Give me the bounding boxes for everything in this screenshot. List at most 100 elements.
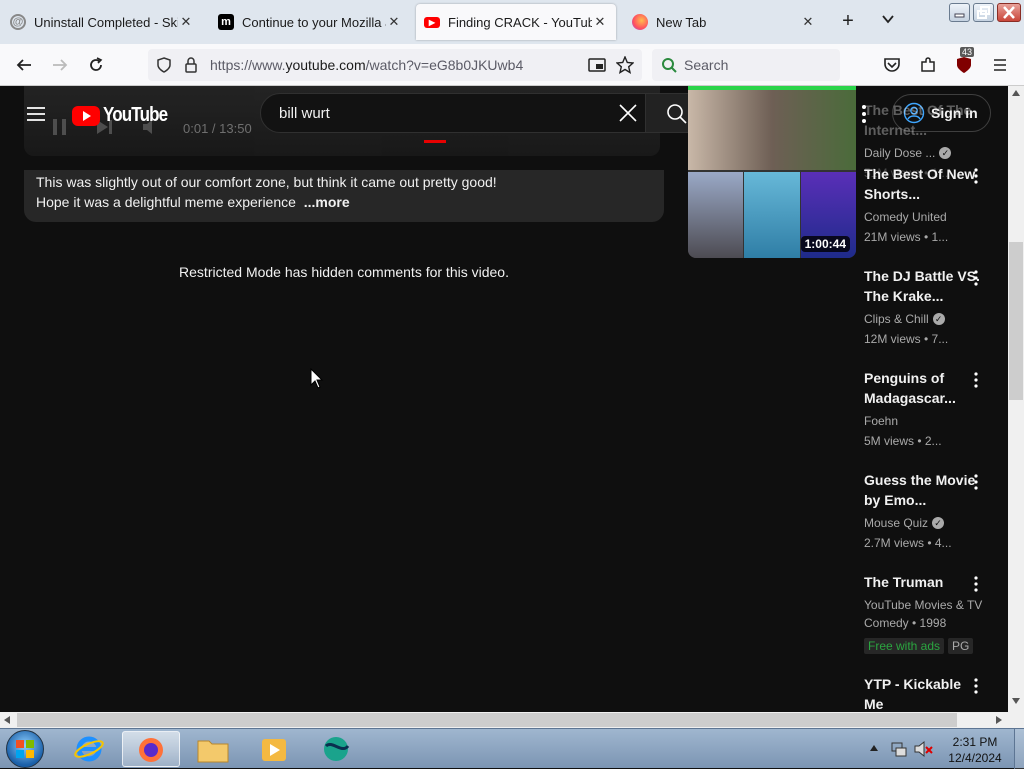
bookmark-star-icon[interactable] [616, 56, 634, 74]
volume-muted-icon[interactable] [914, 740, 934, 758]
video-description[interactable]: This was slightly out of our comfort zon… [24, 170, 664, 222]
horizontal-scrollbar[interactable] [0, 712, 1008, 728]
close-icon [1003, 6, 1015, 19]
recommendation-thumbnail[interactable]: 1:00:44 [688, 86, 856, 258]
scrollbar-thumb[interactable] [17, 713, 957, 727]
scroll-left-arrow-icon[interactable] [4, 716, 10, 724]
picture-in-picture-icon[interactable] [588, 57, 606, 73]
video-title: Guess the Movie by Emo... [864, 472, 976, 508]
search-engine-icon [662, 58, 677, 73]
youtube-search-input[interactable]: bill wurt [260, 93, 646, 133]
mozilla-favicon-icon: m [218, 14, 234, 30]
tab-newtab[interactable]: New Tab ✕ [624, 4, 824, 40]
more-vert-icon[interactable] [972, 270, 980, 286]
pocket-button[interactable] [880, 53, 904, 77]
more-vert-icon[interactable] [972, 168, 980, 184]
url-path: /watch?v=eG8b0JKUwb4 [365, 57, 524, 73]
lock-icon[interactable] [184, 57, 198, 73]
scroll-right-arrow-icon[interactable] [996, 716, 1002, 724]
thumbnail-top-frame [688, 86, 856, 170]
taskbar-firefox[interactable] [122, 731, 180, 767]
browser-search-box[interactable]: Search [652, 49, 840, 81]
search-icon [667, 104, 687, 124]
recommendation-item[interactable]: Penguins of Madagascar... Foehn 5M views… [864, 368, 984, 448]
tab-youtube[interactable]: ▶ Finding CRACK - YouTube ✕ [416, 4, 616, 40]
shield-icon[interactable] [156, 57, 172, 73]
more-vert-icon[interactable] [972, 678, 980, 694]
taskbar-internet-explorer[interactable] [60, 731, 118, 767]
system-clock[interactable]: 2:31 PM 12/4/2024 [940, 734, 1010, 766]
channel-name: Clips & Chill ✓ [864, 312, 984, 326]
tab-uninstall[interactable]: @ Uninstall Completed - SkinP ✕ [2, 4, 202, 40]
back-button[interactable] [12, 53, 36, 77]
channel-name-text: Mouse Quiz [864, 516, 929, 530]
more-vert-icon[interactable] [972, 474, 980, 490]
youtube-play-icon [72, 105, 100, 126]
show-more-link[interactable]: ...more [304, 194, 350, 210]
youtube-logo[interactable]: YouTube [72, 104, 179, 127]
tab-title: New Tab [656, 14, 707, 30]
network-icon[interactable] [890, 740, 908, 758]
recommendation-item[interactable]: The Truman Show YouTube Movies & TV Come… [864, 572, 984, 654]
channel-name: Comedy United [864, 210, 947, 224]
forward-button[interactable] [48, 53, 72, 77]
app-menu-button[interactable] [988, 53, 1012, 77]
url-text[interactable]: https://www.youtube.com/watch?v=eG8b0JKU… [210, 57, 523, 73]
more-vert-icon[interactable] [972, 576, 980, 592]
taskbar-media-player[interactable] [246, 731, 304, 767]
close-window-button[interactable] [997, 3, 1021, 22]
scroll-up-arrow-icon[interactable] [1012, 90, 1020, 96]
taskbar-file-explorer[interactable] [184, 731, 242, 767]
url-domain: youtube.com [285, 57, 366, 73]
verified-check-icon: ✓ [932, 313, 945, 325]
show-hidden-icons-icon[interactable] [870, 745, 878, 751]
search-query: bill wurt [279, 105, 330, 122]
movie-info: Comedy • 1998 [864, 616, 947, 630]
tab-title: Uninstall Completed - SkinP [34, 14, 178, 30]
folder-icon [197, 740, 229, 763]
video-title: Penguins of Madagascar... [864, 370, 956, 406]
minimize-button[interactable] [949, 3, 970, 22]
video-title: The Truman Show [864, 574, 944, 590]
new-tab-button[interactable]: + [836, 10, 860, 34]
youtube-header: YouTube bill wurt Sign in [0, 86, 1008, 142]
firefox-icon [139, 738, 163, 762]
recommendation-item[interactable]: Guess the Movie by Emo... Mouse Quiz ✓ 2.… [864, 470, 984, 550]
puzzle-icon [921, 57, 935, 72]
recommendation-item[interactable]: YTP - Kickable Me [864, 674, 984, 712]
close-icon[interactable]: ✕ [386, 14, 402, 30]
video-title: YTP - Kickable Me [864, 676, 962, 712]
restore-button[interactable] [973, 3, 994, 22]
address-bar[interactable]: https://www.youtube.com/watch?v=eG8b0JKU… [148, 49, 642, 81]
restore-icon [977, 6, 990, 19]
youtube-page: 0:01 / 13:50 YouTube bill wurt Sign in T [0, 86, 1008, 712]
extensions-button[interactable] [916, 53, 940, 77]
rating-badge: PG [948, 638, 974, 654]
list-all-tabs-button[interactable] [876, 10, 900, 34]
recommendation-item[interactable]: The DJ Battle VS. The Krake... Clips & C… [864, 266, 984, 346]
clock-date: 12/4/2024 [948, 751, 1002, 765]
more-vert-icon[interactable] [972, 372, 980, 388]
scroll-down-arrow-icon[interactable] [1012, 698, 1020, 704]
scrollbar-thumb[interactable] [1009, 242, 1023, 400]
close-icon[interactable]: ✕ [178, 14, 194, 30]
close-icon[interactable]: ✕ [592, 14, 608, 30]
channel-name-text: Clips & Chill [864, 312, 929, 326]
thumbnail-panel-1 [688, 172, 743, 258]
forward-arrow-icon [53, 59, 68, 71]
view-count: 5M views • 2... [864, 434, 942, 448]
vertical-scrollbar[interactable] [1008, 86, 1024, 712]
ublock-extension-button[interactable]: 43 [952, 47, 976, 77]
channel-name: Mouse Quiz ✓ [864, 516, 984, 530]
reload-button[interactable] [84, 53, 108, 77]
description-fade [296, 194, 300, 210]
taskbar-app-green[interactable] [308, 731, 366, 767]
recommendation-item[interactable]: The Best Of New Shorts... Comedy United … [864, 164, 984, 244]
tab-mozilla[interactable]: m Continue to your Mozilla ac ✕ [210, 4, 410, 40]
show-desktop-button[interactable] [1014, 729, 1024, 769]
clear-search-icon[interactable] [617, 102, 639, 124]
globe-app-icon [324, 737, 350, 761]
video-title: The DJ Battle VS. The Krake... [864, 268, 980, 304]
guide-menu-button[interactable] [24, 102, 48, 126]
close-icon[interactable]: ✕ [800, 14, 816, 30]
